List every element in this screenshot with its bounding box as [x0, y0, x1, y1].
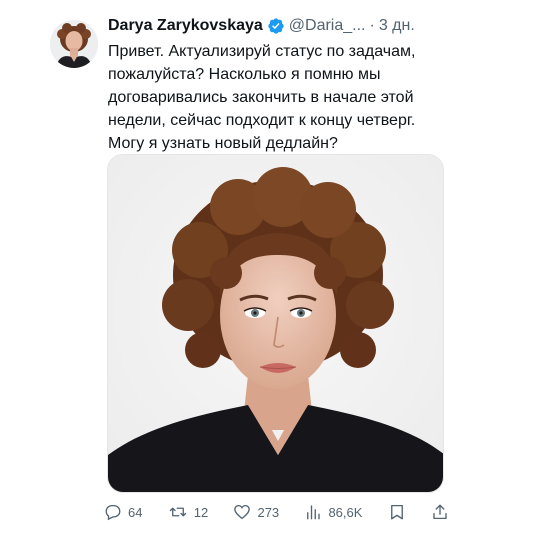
share-icon — [431, 503, 449, 521]
like-count: 273 — [257, 504, 280, 520]
author-handle[interactable]: @Daria_... — [289, 17, 366, 35]
tweet-text: Привет. Актуализируй статус по задачам, … — [108, 43, 416, 152]
reply-icon — [104, 503, 128, 521]
tweet-header: Darya Zarykovskaya @Daria_... · 3 дн. — [108, 14, 415, 38]
bookmark-button[interactable] — [388, 503, 406, 521]
views-count: 86,6K — [328, 504, 363, 520]
like-button[interactable]: 273 — [233, 503, 279, 521]
timestamp[interactable]: 3 дн. — [379, 17, 415, 35]
retweet-icon — [168, 503, 194, 521]
avatar[interactable] — [50, 20, 98, 68]
reply-button[interactable]: 64 — [104, 503, 142, 521]
tweet[interactable]: Darya Zarykovskaya @Daria_... · 3 дн. Пр… — [0, 0, 540, 540]
tweet-photo[interactable] — [107, 154, 444, 493]
share-button[interactable] — [431, 503, 449, 521]
retweet-button[interactable]: 12 — [168, 503, 208, 521]
bookmark-icon — [388, 503, 406, 521]
author-name[interactable]: Darya Zarykovskaya — [108, 17, 263, 35]
retweet-count: 12 — [193, 504, 209, 520]
action-bar: 64 12 273 86,6K — [104, 500, 449, 524]
views-button[interactable]: 86,6K — [304, 503, 362, 521]
like-icon — [233, 503, 257, 521]
separator-dot: · — [369, 17, 375, 34]
verified-badge-icon — [267, 17, 285, 35]
reply-count: 64 — [128, 504, 143, 520]
views-icon — [304, 503, 328, 521]
